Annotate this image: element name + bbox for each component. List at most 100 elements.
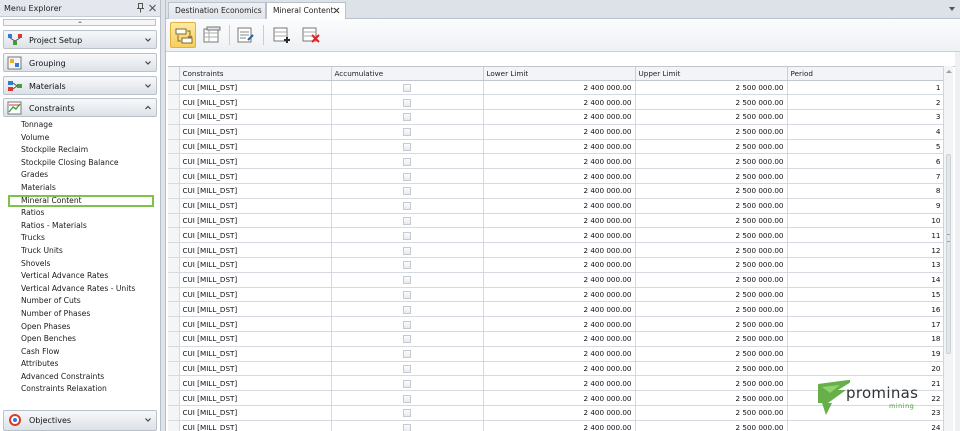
grid-view-button[interactable] xyxy=(199,22,225,48)
toggle-view-button[interactable] xyxy=(170,22,196,48)
row-indicator[interactable] xyxy=(168,124,180,140)
accumulative-checkbox[interactable] xyxy=(403,394,411,403)
cell-constraint[interactable]: CUI [MILL_DST] xyxy=(179,94,332,111)
accumulative-checkbox[interactable] xyxy=(403,217,411,226)
cell-period[interactable]: 14 xyxy=(787,272,945,288)
cell-constraint[interactable]: CUI [MILL_DST] xyxy=(179,183,332,199)
tab-mineral-content[interactable]: Mineral Content xyxy=(266,2,346,20)
row-indicator[interactable] xyxy=(168,80,180,96)
cell-upper-limit[interactable]: 2 500 000.00 xyxy=(635,420,788,431)
add-row-button[interactable] xyxy=(269,22,295,48)
close-tab-icon[interactable] xyxy=(333,7,340,14)
accumulative-checkbox[interactable] xyxy=(403,305,411,314)
row-indicator[interactable] xyxy=(168,139,180,155)
table-row[interactable]: CUI [MILL_DST] 2 400 000.00 2 500 000.00 6 xyxy=(168,153,945,170)
cell-upper-limit[interactable]: 2 500 000.00 xyxy=(635,153,788,170)
delete-row-button[interactable] xyxy=(298,22,324,48)
cell-accumulative[interactable] xyxy=(331,124,484,140)
row-indicator[interactable] xyxy=(168,405,180,421)
menu-item-constraints-relaxation[interactable]: Constraints Relaxation xyxy=(0,383,160,396)
cell-accumulative[interactable] xyxy=(331,139,484,155)
cell-accumulative[interactable] xyxy=(331,420,484,431)
cell-period[interactable]: 18 xyxy=(787,331,945,347)
cell-constraint[interactable]: CUI [MILL_DST] xyxy=(179,109,332,125)
table-row[interactable]: CUI [MILL_DST] 2 400 000.00 2 500 000.00 19 xyxy=(168,346,945,362)
menu-item-number-of-cuts[interactable]: Number of Cuts xyxy=(0,295,160,308)
cell-lower-limit[interactable]: 2 400 000.00 xyxy=(483,272,636,288)
cell-upper-limit[interactable]: 2 500 000.00 xyxy=(635,405,788,421)
cell-period[interactable]: 10 xyxy=(787,213,945,229)
table-row[interactable]: CUI [MILL_DST] 2 400 000.00 2 500 000.00 20 xyxy=(168,361,945,377)
menu-item-volume[interactable]: Volume xyxy=(0,132,160,145)
menu-item-number-of-phases[interactable]: Number of Phases xyxy=(0,308,160,321)
cell-upper-limit[interactable]: 2 500 000.00 xyxy=(635,213,788,229)
menu-group-objectives[interactable]: Objectives xyxy=(3,410,157,431)
accumulative-checkbox[interactable] xyxy=(403,291,411,300)
table-row[interactable]: CUI [MILL_DST] 2 400 000.00 2 500 000.00 7 xyxy=(168,168,945,185)
cell-accumulative[interactable] xyxy=(331,361,484,377)
menu-item-stockpile-reclaim[interactable]: Stockpile Reclaim xyxy=(0,144,160,157)
cell-constraint[interactable]: CUI [MILL_DST] xyxy=(179,153,332,170)
table-row[interactable]: CUI [MILL_DST] 2 400 000.00 2 500 000.00 12 xyxy=(168,242,945,259)
accumulative-checkbox[interactable] xyxy=(403,261,411,270)
cell-period[interactable]: 16 xyxy=(787,301,945,318)
row-indicator[interactable] xyxy=(168,420,180,431)
row-indicator[interactable] xyxy=(168,375,180,392)
cell-lower-limit[interactable]: 2 400 000.00 xyxy=(483,346,636,362)
menu-item-ratios[interactable]: Ratios xyxy=(0,207,160,220)
cell-accumulative[interactable] xyxy=(331,183,484,199)
menu-item-mineral-content[interactable]: Mineral Content xyxy=(8,194,154,208)
cell-lower-limit[interactable]: 2 400 000.00 xyxy=(483,168,636,185)
cell-period[interactable]: 12 xyxy=(787,242,945,259)
cell-lower-limit[interactable]: 2 400 000.00 xyxy=(483,361,636,377)
cell-accumulative[interactable] xyxy=(331,346,484,362)
cell-upper-limit[interactable]: 2 500 000.00 xyxy=(635,390,788,407)
cell-constraint[interactable]: CUI [MILL_DST] xyxy=(179,213,332,229)
table-row[interactable]: CUI [MILL_DST] 2 400 000.00 2 500 000.00 10 xyxy=(168,213,945,229)
cell-accumulative[interactable] xyxy=(331,301,484,318)
cell-accumulative[interactable] xyxy=(331,331,484,347)
cell-period[interactable]: 17 xyxy=(787,316,945,333)
cell-upper-limit[interactable]: 2 500 000.00 xyxy=(635,94,788,111)
table-row[interactable]: CUI [MILL_DST] 2 400 000.00 2 500 000.00 5 xyxy=(168,139,945,155)
cell-constraint[interactable]: CUI [MILL_DST] xyxy=(179,316,332,333)
menu-item-cash-flow[interactable]: Cash Flow xyxy=(0,346,160,359)
accumulative-checkbox[interactable] xyxy=(403,379,411,388)
cell-period[interactable]: 19 xyxy=(787,346,945,362)
menu-item-open-phases[interactable]: Open Phases xyxy=(0,321,160,334)
table-row[interactable]: CUI [MILL_DST] 2 400 000.00 2 500 000.00 13 xyxy=(168,257,945,273)
cell-lower-limit[interactable]: 2 400 000.00 xyxy=(483,257,636,273)
table-row[interactable]: CUI [MILL_DST] 2 400 000.00 2 500 000.00 15 xyxy=(168,287,945,303)
row-indicator[interactable] xyxy=(168,242,180,259)
accumulative-checkbox[interactable] xyxy=(403,231,411,240)
menu-item-vertical-advance-rates-units[interactable]: Vertical Advance Rates - Units xyxy=(0,283,160,296)
cell-lower-limit[interactable]: 2 400 000.00 xyxy=(483,227,636,244)
table-row[interactable]: CUI [MILL_DST] 2 400 000.00 2 500 000.00 8 xyxy=(168,183,945,199)
menu-item-open-benches[interactable]: Open Benches xyxy=(0,333,160,346)
cell-upper-limit[interactable]: 2 500 000.00 xyxy=(635,316,788,333)
accumulative-checkbox[interactable] xyxy=(403,365,411,374)
cell-constraint[interactable]: CUI [MILL_DST] xyxy=(179,420,332,431)
accumulative-checkbox[interactable] xyxy=(403,335,411,344)
row-indicator[interactable] xyxy=(168,287,180,303)
cell-upper-limit[interactable]: 2 500 000.00 xyxy=(635,272,788,288)
table-row[interactable]: CUI [MILL_DST] 2 400 000.00 2 500 000.00 17 xyxy=(168,316,945,333)
row-indicator[interactable] xyxy=(168,168,180,185)
scroll-up-arrow-icon[interactable] xyxy=(946,70,952,73)
column-header-period[interactable]: Period xyxy=(787,67,945,81)
menu-group-grouping[interactable]: Grouping xyxy=(3,53,157,72)
table-row[interactable]: CUI [MILL_DST] 2 400 000.00 2 500 000.00 18 xyxy=(168,331,945,347)
row-indicator[interactable] xyxy=(168,301,180,318)
edit-list-button[interactable] xyxy=(233,22,259,48)
cell-lower-limit[interactable]: 2 400 000.00 xyxy=(483,405,636,421)
cell-upper-limit[interactable]: 2 500 000.00 xyxy=(635,227,788,244)
accumulative-checkbox[interactable] xyxy=(403,83,411,92)
cell-lower-limit[interactable]: 2 400 000.00 xyxy=(483,94,636,111)
accumulative-checkbox[interactable] xyxy=(403,172,411,181)
menu-item-truck-units[interactable]: Truck Units xyxy=(0,245,160,258)
row-indicator[interactable] xyxy=(168,316,180,333)
table-row[interactable]: CUI [MILL_DST] 2 400 000.00 2 500 000.00 3 xyxy=(168,109,945,125)
cell-upper-limit[interactable]: 2 500 000.00 xyxy=(635,80,788,96)
accumulative-checkbox[interactable] xyxy=(403,113,411,122)
cell-accumulative[interactable] xyxy=(331,287,484,303)
